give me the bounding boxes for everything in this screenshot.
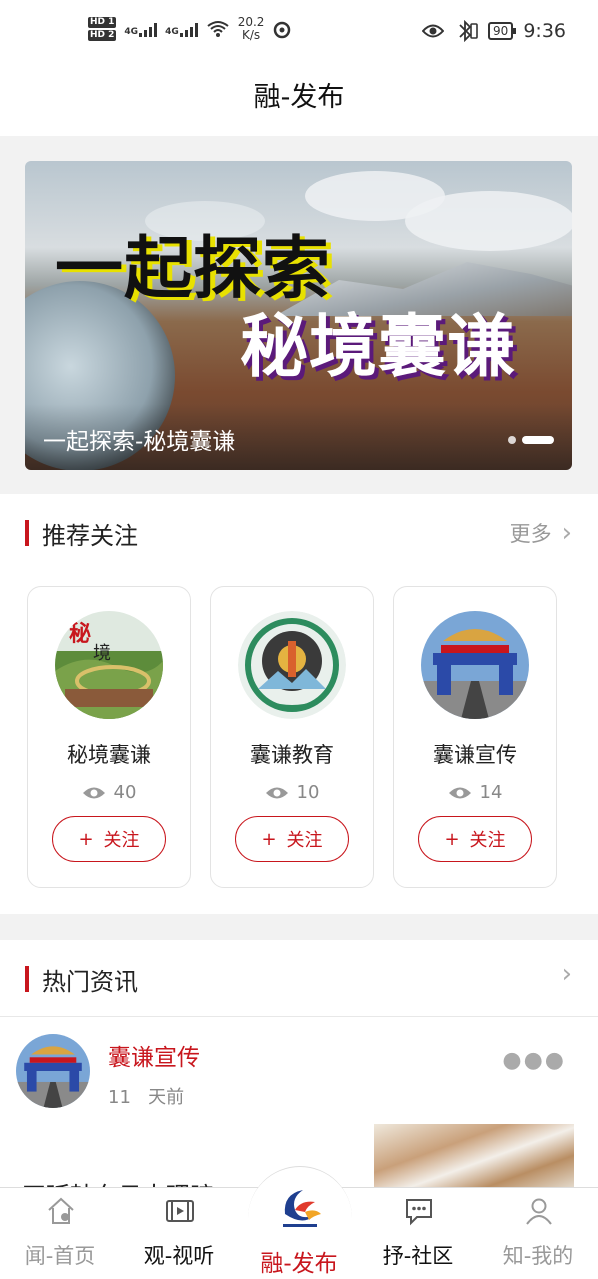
section-accent-bar [25, 966, 29, 992]
nav-label-home: 闻-首页 [24, 1244, 96, 1268]
status-right: 90 9:36 [422, 20, 566, 42]
account-views: 14 [394, 782, 556, 803]
banner-section: 一起探索 秘境囊谦 一起探索-秘境囊谦 [0, 136, 598, 494]
news-thumbnail[interactable] [374, 1124, 574, 1190]
nav-tab-mine[interactable]: 知-我的 [488, 1188, 588, 1279]
hot-news-header: 热门资讯 › [0, 940, 598, 1020]
carousel-dot-active[interactable] [522, 436, 554, 444]
status-bar: HD 1 HD 2 4G 4G 20.2 K/s 90 9:36 [0, 0, 598, 68]
account-card-publicity[interactable]: 囊谦宣传 14 + 关注 [393, 586, 557, 888]
status-left: HD 1 HD 2 4G 4G 20.2 K/s [88, 16, 292, 42]
banner-headline-2: 秘境囊谦 [240, 308, 517, 387]
account-name: 囊谦教育 [250, 743, 334, 767]
follow-button[interactable]: + 关注 [52, 816, 166, 862]
account-name: 囊谦宣传 [433, 743, 517, 767]
film-icon [166, 1200, 194, 1222]
section-accent-bar [25, 520, 29, 546]
account-card-mijing[interactable]: 秘 境 秘境囊谦 40 + 关注 [27, 586, 191, 888]
plus-icon: + [78, 828, 94, 850]
page-title: 融-发布 [0, 68, 598, 136]
nav-tab-video[interactable]: 观-视听 [129, 1188, 229, 1279]
nav-label-community: 抒-社区 [382, 1244, 454, 1268]
hd1-badge: HD 1 [88, 17, 117, 28]
news-author-avatar[interactable] [16, 1034, 90, 1108]
nav-tab-community[interactable]: 抒-社区 [368, 1188, 468, 1279]
svg-text:境: 境 [93, 643, 111, 664]
account-views: 40 [28, 782, 190, 803]
news-time-value: 11 [108, 1087, 131, 1108]
hd-indicator: HD 1 HD 2 [88, 16, 117, 42]
nav-label-video: 观-视听 [143, 1244, 215, 1268]
brand-logo-icon [283, 1190, 321, 1227]
account-avatar-education[interactable] [238, 611, 346, 719]
signal-1-icon: 4G [124, 21, 158, 37]
account-views: 10 [211, 782, 373, 803]
bottom-navigation: 闻-首页 观-视听 融-发布 抒-社区 知-我的 [0, 1166, 598, 1279]
carousel-indicator [508, 436, 554, 444]
recommended-section: 推荐关注 更多 › 秘 境 秘境囊谦 40 + 关注 囊谦教育 10 + 关注 … [0, 494, 598, 914]
bluetooth-vibrate-icon [459, 20, 478, 42]
nav-label-publish: 融-发布 [260, 1251, 338, 1277]
hot-news-title: 热门资讯 [42, 968, 138, 996]
svg-text:秘: 秘 [69, 621, 91, 647]
battery-indicator: 90 [488, 22, 517, 40]
eye-comfort-icon [422, 24, 445, 38]
wifi-icon [207, 21, 229, 37]
recommended-more-link[interactable]: 更多 › [510, 518, 572, 548]
follow-button[interactable]: + 关注 [418, 816, 532, 862]
recommended-header: 推荐关注 更多 › [0, 494, 598, 574]
news-time: 11 天前 [108, 1083, 184, 1109]
banner-carousel[interactable]: 一起探索 秘境囊谦 一起探索-秘境囊谦 [25, 161, 572, 470]
views-count: 14 [479, 782, 503, 803]
banner-caption: 一起探索-秘境囊谦 [25, 404, 572, 470]
carousel-dot[interactable] [508, 436, 516, 444]
notification-app-icon [274, 21, 291, 39]
recommended-title: 推荐关注 [42, 522, 138, 550]
chat-icon [406, 1199, 432, 1226]
status-time: 9:36 [523, 20, 566, 42]
news-author-name[interactable]: 囊谦宣传 [108, 1038, 200, 1072]
follow-label: 关注 [469, 830, 506, 851]
news-time-unit: 天前 [148, 1087, 185, 1108]
signal-2-icon: 4G [165, 21, 198, 37]
divider [0, 1016, 598, 1017]
eye-icon [82, 787, 105, 798]
hot-news-more-link[interactable]: › [561, 959, 572, 989]
chevron-right-icon: › [561, 518, 572, 548]
user-icon [526, 1198, 552, 1225]
follow-label: 关注 [103, 830, 140, 851]
hd2-badge: HD 2 [88, 30, 117, 41]
account-avatar-mijing[interactable]: 秘 境 [55, 611, 163, 719]
plus-icon: + [261, 828, 277, 850]
more-label: 更多 [509, 522, 552, 546]
chevron-right-icon: › [561, 959, 572, 989]
account-name: 秘境囊谦 [67, 743, 151, 767]
banner-caption-text: 一起探索-秘境囊谦 [43, 429, 236, 455]
nav-tab-publish[interactable]: 融-发布 [249, 1188, 349, 1279]
views-count: 40 [113, 782, 137, 803]
eye-icon [448, 787, 471, 798]
nav-label-mine: 知-我的 [502, 1244, 574, 1268]
follow-label: 关注 [286, 830, 323, 851]
follow-button[interactable]: + 关注 [235, 816, 349, 862]
account-avatar-publicity[interactable] [421, 611, 529, 719]
hot-news-section: 热门资讯 › 囊谦宣传 11 天前 ●●● 四延韩东日大理暗 [0, 940, 598, 1210]
account-card-education[interactable]: 囊谦教育 10 + 关注 [210, 586, 374, 888]
more-dots-icon[interactable]: ●●● [502, 1048, 566, 1073]
network-speed: 20.2 K/s [237, 15, 265, 42]
nav-tab-home[interactable]: 闻-首页 [10, 1188, 110, 1279]
eye-icon [265, 787, 288, 798]
views-count: 10 [296, 782, 320, 803]
banner-cloud [405, 191, 572, 251]
home-icon [48, 1197, 74, 1224]
plus-icon: + [444, 828, 460, 850]
